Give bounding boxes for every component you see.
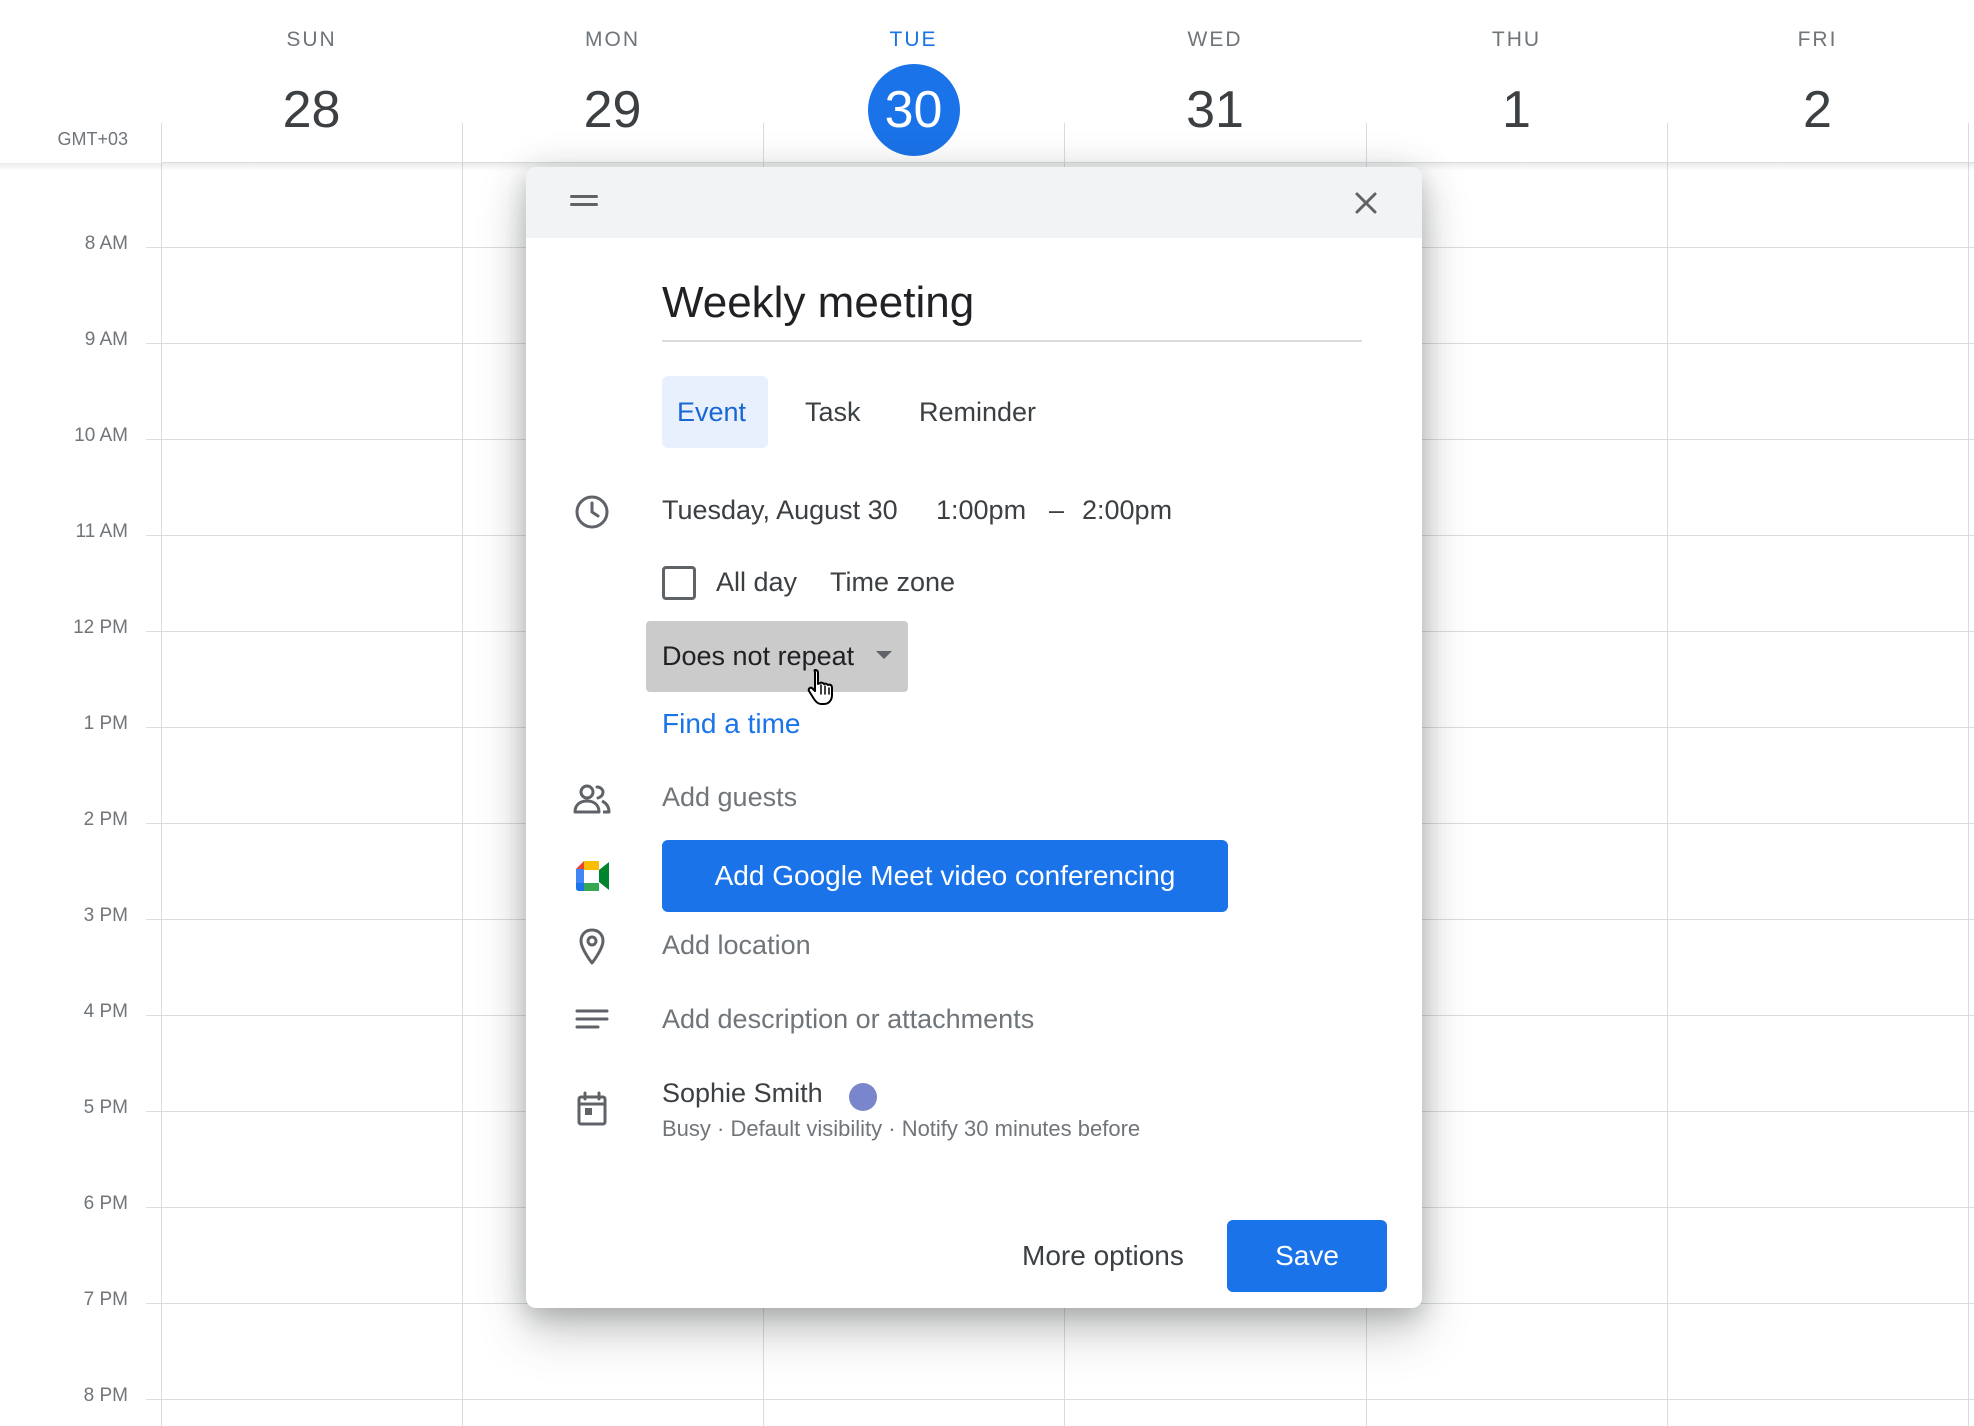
location-pin-icon — [579, 928, 605, 965]
event-status-line[interactable]: Busy · Default visibility · Notify 30 mi… — [662, 1116, 1140, 1142]
add-description-field[interactable]: Add description or attachments — [662, 1004, 1034, 1035]
column-divider — [161, 123, 162, 1426]
repeat-dropdown[interactable]: Does not repeat — [646, 621, 908, 692]
day-number[interactable]: 31 — [1169, 64, 1261, 156]
hour-label: 8 AM — [84, 233, 128, 254]
hour-label: 3 PM — [83, 905, 128, 926]
calendar-icon — [577, 1091, 607, 1126]
add-google-meet-label: Add Google Meet video conferencing — [714, 860, 1176, 891]
day-of-week: TUE — [889, 28, 938, 51]
hour-label: 11 AM — [75, 521, 128, 542]
event-date[interactable]: Tuesday, August 30 — [662, 495, 898, 526]
hour-label: 12 PM — [73, 617, 128, 638]
hour-label: 7 PM — [83, 1289, 128, 1310]
calendar-color-dot[interactable] — [849, 1083, 877, 1111]
dropdown-caret-icon — [876, 651, 892, 659]
day-number[interactable]: 1 — [1471, 64, 1563, 156]
hour-label: 6 PM — [83, 1193, 128, 1214]
column-divider — [1667, 123, 1668, 1426]
notes-icon — [575, 1009, 609, 1029]
day-header-tue-today[interactable]: TUE 30 — [763, 0, 1064, 163]
day-number[interactable]: 2 — [1772, 64, 1864, 156]
day-number[interactable]: 28 — [266, 64, 358, 156]
google-meet-icon — [576, 861, 609, 891]
dialog-header-bar[interactable] — [526, 167, 1422, 238]
hour-gridline — [146, 1399, 1974, 1400]
time-zone-link[interactable]: Time zone — [830, 567, 955, 598]
people-icon — [573, 784, 611, 814]
busy-status: Busy — [662, 1116, 711, 1141]
day-header-wed[interactable]: WED 31 — [1064, 0, 1366, 163]
add-location-field[interactable]: Add location — [662, 930, 811, 961]
day-header-thu[interactable]: THU 1 — [1366, 0, 1667, 163]
start-time[interactable]: 1:00pm — [936, 495, 1026, 526]
day-of-week: FRI — [1797, 28, 1838, 51]
hour-label: 4 PM — [83, 1001, 128, 1022]
add-guests-field[interactable]: Add guests — [662, 782, 797, 813]
day-of-week: SUN — [286, 28, 337, 51]
timezone-label: GMT+03 — [57, 129, 128, 149]
close-icon — [1355, 192, 1377, 214]
day-of-week: THU — [1491, 28, 1542, 51]
event-quick-create-dialog: Event Task Reminder Tuesday, August 30 1… — [526, 167, 1422, 1308]
add-google-meet-button[interactable]: Add Google Meet video conferencing — [662, 840, 1228, 912]
day-header-fri[interactable]: FRI 2 — [1667, 0, 1968, 163]
all-day-label[interactable]: All day — [716, 567, 797, 598]
drag-handle-icon[interactable] — [570, 195, 598, 209]
time-separator: – — [1049, 495, 1065, 525]
day-of-week: WED — [1187, 28, 1243, 51]
today-date-badge[interactable]: 30 — [867, 64, 960, 156]
separator-dot: · — [717, 1116, 725, 1141]
save-button-label: Save — [1275, 1240, 1339, 1271]
hour-label: 10 AM — [74, 425, 128, 446]
visibility-status: Default visibility — [730, 1116, 883, 1141]
save-button[interactable]: Save — [1227, 1220, 1387, 1292]
column-divider — [1968, 123, 1969, 1426]
close-button[interactable] — [1346, 183, 1386, 223]
day-number[interactable]: 29 — [567, 64, 659, 156]
column-divider — [462, 123, 463, 1426]
day-header-sun[interactable]: SUN 28 — [161, 0, 462, 163]
pointer-cursor-icon — [807, 669, 833, 705]
end-time[interactable]: 2:00pm — [1082, 495, 1172, 526]
notification-status: Notify 30 minutes before — [901, 1116, 1141, 1141]
all-day-checkbox[interactable] — [662, 566, 696, 600]
calendar-app: SUN 28 MON 29 TUE 30 WED 31 THU 1 FRI 2 … — [0, 0, 1974, 1426]
hour-label: 2 PM — [83, 809, 128, 830]
day-header-mon[interactable]: MON 29 — [462, 0, 763, 163]
find-a-time-link[interactable]: Find a time — [662, 708, 801, 740]
hour-label: 8 PM — [83, 1385, 128, 1406]
tab-event[interactable]: Event — [662, 376, 768, 448]
clock-icon — [575, 495, 609, 529]
calendar-owner-name[interactable]: Sophie Smith — [662, 1078, 823, 1109]
separator-dot: · — [888, 1116, 896, 1141]
tab-task[interactable]: Task — [790, 376, 876, 448]
more-options-button[interactable]: More options — [1010, 1220, 1196, 1292]
hour-label: 1 PM — [83, 713, 128, 734]
event-title-input[interactable] — [662, 265, 1362, 342]
hour-label: 5 PM — [83, 1097, 128, 1118]
day-of-week: MON — [585, 28, 640, 51]
hour-label: 9 AM — [84, 329, 128, 350]
tab-reminder[interactable]: Reminder — [904, 376, 1051, 448]
